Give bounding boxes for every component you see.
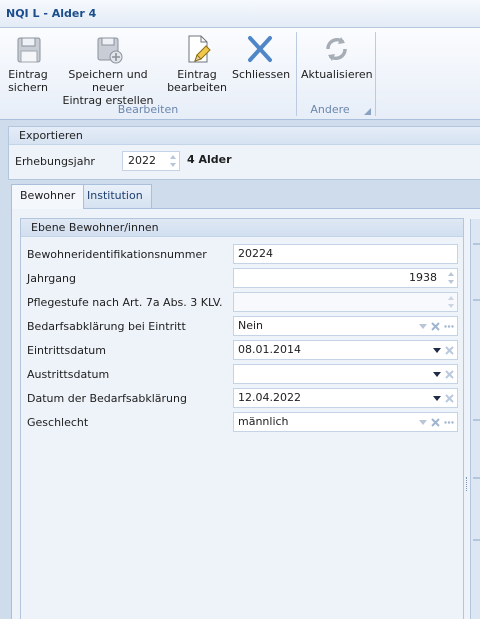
splitter-grip[interactable] <box>466 477 468 491</box>
ribbon-separator-end <box>375 32 376 116</box>
care-level-spinner[interactable] <box>233 292 458 312</box>
gender-lookup[interactable]: männlich <box>233 412 458 432</box>
tab-institution[interactable]: Institution <box>78 184 152 208</box>
ribbon: Eintrag sichern Speichern und neuer Eint… <box>0 28 480 120</box>
resident-id-input[interactable]: 20224 <box>233 244 458 264</box>
needs-assessment-value: Nein <box>238 319 264 332</box>
save-new-icon <box>97 37 123 64</box>
care-level-label: Pflegestufe nach Art. 7a Abs. 3 KLV. <box>27 296 223 309</box>
panel-divider <box>473 299 480 301</box>
save-and-new-button[interactable]: Speichern und neuer Eintrag erstellen <box>55 32 161 107</box>
chevron-down-icon[interactable] <box>433 371 441 377</box>
exit-date-label: Austrittsdatum <box>27 368 110 381</box>
panel-divider <box>473 477 480 479</box>
birth-year-value: 1938 <box>409 271 437 284</box>
ribbon-group-label-bearbeiten: Bearbeiten <box>117 103 179 116</box>
assessment-date-value: 12.04.2022 <box>238 391 301 404</box>
entry-date-value: 08.01.2014 <box>238 343 301 356</box>
resident-id-value: 20224 <box>238 247 273 260</box>
spin-arrows-icon[interactable] <box>447 270 455 286</box>
group-launcher-icon[interactable] <box>364 108 371 115</box>
needs-assessment-label: Bedarfsabklärung bei Eintritt <box>27 320 186 333</box>
clear-x-icon[interactable] <box>445 369 454 379</box>
edit-document-icon <box>188 35 211 63</box>
tab-bewohner[interactable]: Bewohner <box>11 184 85 209</box>
panel-divider <box>473 419 480 421</box>
birth-year-spinner[interactable]: 1938 <box>233 268 458 288</box>
ribbon-group-bearbeiten: Eintrag sichern Speichern und neuer Eint… <box>0 28 296 120</box>
spin-arrows-icon[interactable] <box>169 153 177 169</box>
ribbon-group-andere: Aktualisieren Andere <box>297 28 375 120</box>
clear-x-icon[interactable] <box>431 417 440 427</box>
ribbon-group-label-andere: Andere <box>310 103 350 116</box>
ellipsis-icon[interactable] <box>444 324 454 328</box>
chevron-down-icon[interactable] <box>419 419 427 425</box>
refresh-button[interactable]: Aktualisieren <box>301 32 373 81</box>
ellipsis-icon[interactable] <box>444 420 454 424</box>
export-header: Exportieren <box>9 127 480 145</box>
exit-date-picker[interactable] <box>233 364 458 384</box>
refresh-label: Aktualisieren <box>301 68 373 81</box>
birth-year-label: Jahrgang <box>27 272 76 285</box>
save-and-new-label: Speichern und neuer Eintrag erstellen <box>62 68 154 107</box>
panel-divider <box>473 243 480 245</box>
title-bar: NQI L - Alder 4 <box>0 0 480 28</box>
chevron-down-icon[interactable] <box>433 347 441 353</box>
survey-year-spinner[interactable]: 2022 <box>122 151 180 171</box>
save-entry-label: Eintrag sichern <box>8 68 48 94</box>
resident-id-label: Bewohneridentifikationsnummer <box>27 248 207 261</box>
save-icon <box>17 37 41 63</box>
survey-year-label: Erhebungsjahr <box>15 155 95 168</box>
assessment-date-label: Datum der Bedarfsabklärung <box>27 392 187 405</box>
edit-entry-label: Eintrag bearbeiten <box>167 68 227 94</box>
gender-value: männlich <box>238 415 289 428</box>
gender-label: Geschlecht <box>27 416 89 429</box>
alder-count-label: 4 Alder <box>187 153 232 166</box>
clear-x-icon[interactable] <box>445 393 454 403</box>
residents-panel-header: Ebene Bewohner/innen <box>21 219 463 237</box>
entry-date-label: Eintrittsdatum <box>27 344 106 357</box>
refresh-icon <box>326 37 347 61</box>
close-icon <box>248 36 272 62</box>
survey-year-value: 2022 <box>128 154 156 167</box>
edit-entry-button[interactable]: Eintrag bearbeiten <box>166 32 228 94</box>
chevron-down-icon[interactable] <box>419 323 427 329</box>
panel-divider <box>473 539 480 541</box>
adjacent-panel-edge <box>470 219 480 619</box>
entry-date-picker[interactable]: 08.01.2014 <box>233 340 458 360</box>
spin-arrows-icon[interactable] <box>447 294 455 310</box>
clear-x-icon[interactable] <box>445 345 454 355</box>
clear-x-icon[interactable] <box>431 321 440 331</box>
save-entry-button[interactable]: Eintrag sichern <box>4 32 52 94</box>
close-button[interactable]: Schliessen <box>232 32 291 81</box>
window-title: NQI L - Alder 4 <box>6 7 97 20</box>
assessment-date-picker[interactable]: 12.04.2022 <box>233 388 458 408</box>
export-panel: Exportieren Erhebungsjahr 2022 4 Alder <box>8 126 480 180</box>
close-label: Schliessen <box>232 68 291 81</box>
needs-assessment-lookup[interactable]: Nein <box>233 316 458 336</box>
chevron-down-icon[interactable] <box>433 395 441 401</box>
